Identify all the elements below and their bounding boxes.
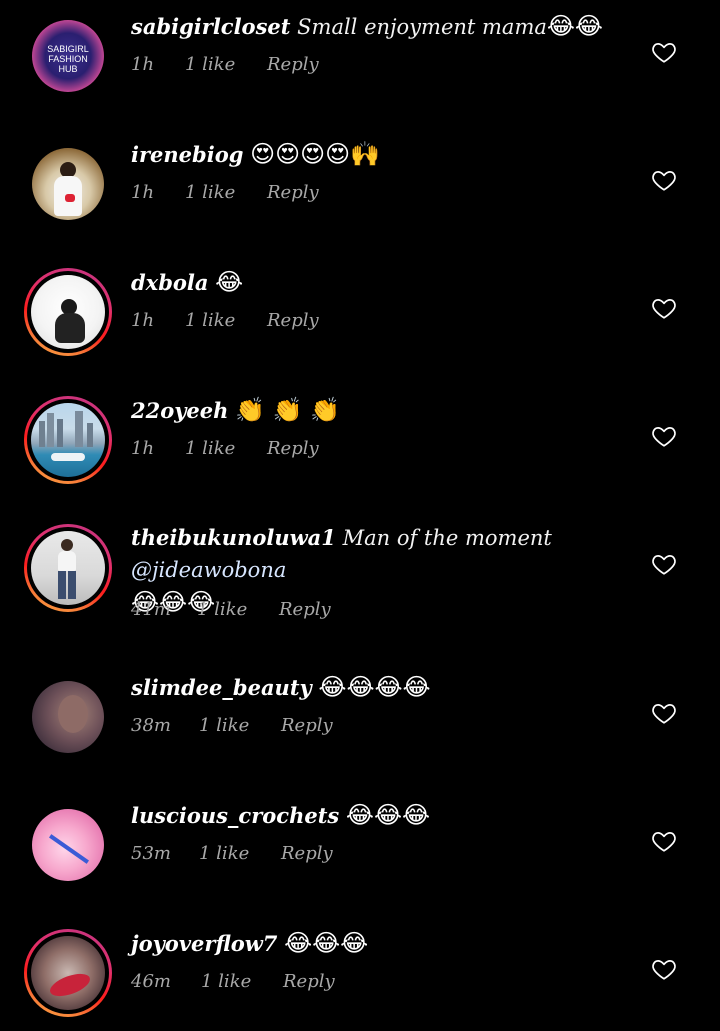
- avatar-image: [32, 681, 104, 753]
- comment-text: 22oyeeh 👏 👏 👏: [131, 394, 620, 427]
- avatar-logo-text: SABIGIRL FASHION HUB: [47, 44, 89, 74]
- comment-username[interactable]: 22oyeeh: [131, 398, 228, 423]
- comment-likes[interactable]: 1 like: [197, 599, 279, 620]
- comment-username[interactable]: luscious_crochets: [131, 803, 339, 828]
- avatar-image: [31, 275, 105, 349]
- avatar[interactable]: SABIGIRL FASHION HUB: [24, 12, 112, 100]
- avatar-story-ring[interactable]: [24, 268, 112, 356]
- reply-button[interactable]: Reply: [267, 438, 319, 459]
- comment-username[interactable]: joyoverflow7: [131, 931, 277, 956]
- avatar-image: SABIGIRL FASHION HUB: [32, 20, 104, 92]
- comment-emojis: 😂😂😂: [284, 929, 369, 957]
- reply-button[interactable]: Reply: [279, 599, 331, 620]
- comment-text: slimdee_beauty 😂😂😂😂: [131, 671, 620, 704]
- mention-link[interactable]: @jideawobona: [131, 558, 286, 582]
- avatar-story-ring[interactable]: [24, 929, 112, 1017]
- comment-meta: 46m 1 like Reply: [131, 971, 335, 992]
- comment-time: 41m: [131, 599, 171, 620]
- comment-emojis: 😂😂😂: [345, 801, 431, 829]
- comment-time: 1h: [131, 182, 155, 203]
- comment-likes[interactable]: 1 like: [185, 310, 267, 331]
- comment-username[interactable]: theibukunoluwa1: [131, 525, 336, 550]
- comment-meta: 1h 1 like Reply: [131, 54, 319, 75]
- comment-emojis: 👏 👏 👏: [235, 396, 341, 424]
- comment-text: sabigirlcloset Small enjoyment mama😂😂: [131, 10, 620, 43]
- comment-meta: 38m 1 like Reply: [131, 715, 333, 736]
- reply-button[interactable]: Reply: [267, 54, 319, 75]
- avatar-image: [31, 936, 105, 1010]
- comment-time: 53m: [131, 843, 171, 864]
- reply-button[interactable]: Reply: [281, 715, 333, 736]
- heart-icon[interactable]: [651, 828, 677, 854]
- comment-text: irenebiog 😍😍😍😍🙌: [131, 138, 620, 171]
- comment-likes[interactable]: 1 like: [185, 438, 267, 459]
- comment-time: 1h: [131, 310, 155, 331]
- heart-icon[interactable]: [651, 700, 677, 726]
- comment-text: joyoverflow7 😂😂😂: [131, 927, 620, 960]
- comment-likes[interactable]: 1 like: [185, 54, 267, 75]
- heart-icon[interactable]: [651, 295, 677, 321]
- comment-username[interactable]: sabigirlcloset: [131, 14, 290, 39]
- heart-icon[interactable]: [651, 167, 677, 193]
- comment-time: 38m: [131, 715, 171, 736]
- avatar-story-ring[interactable]: [24, 524, 112, 612]
- comment-emojis: 😂: [215, 268, 244, 296]
- reply-button[interactable]: Reply: [281, 843, 333, 864]
- comment-username[interactable]: irenebiog: [131, 142, 243, 167]
- comment-text: luscious_crochets 😂😂😂: [131, 799, 620, 832]
- comment-time: 1h: [131, 54, 155, 75]
- avatar[interactable]: [24, 801, 112, 889]
- comment-time: 1h: [131, 438, 155, 459]
- comment-likes[interactable]: 1 like: [199, 843, 281, 864]
- comment-meta: 1h 1 like Reply: [131, 438, 319, 459]
- comment-emojis: 😂😂😂😂: [318, 673, 431, 701]
- avatar-image: [32, 148, 104, 220]
- comment-text: dxbola 😂: [131, 266, 620, 299]
- comment-emojis: 😂😂: [546, 12, 603, 40]
- comment-message: Small enjoyment mama: [297, 15, 547, 39]
- comment-meta: 53m 1 like Reply: [131, 843, 333, 864]
- avatar-story-ring[interactable]: [24, 396, 112, 484]
- heart-icon[interactable]: [651, 956, 677, 982]
- reply-button[interactable]: Reply: [267, 310, 319, 331]
- comment-emojis: 😍😍😍😍🙌: [250, 140, 381, 168]
- comment-meta: 41m 1 like Reply: [131, 599, 331, 620]
- comment-likes[interactable]: 1 like: [199, 715, 281, 736]
- comment-username[interactable]: slimdee_beauty: [131, 675, 312, 700]
- avatar-image: [31, 531, 105, 605]
- avatar-image: [32, 809, 104, 881]
- comment-message: Man of the moment: [342, 526, 552, 550]
- comment-username[interactable]: dxbola: [131, 270, 208, 295]
- comment-likes[interactable]: 1 like: [201, 971, 283, 992]
- reply-button[interactable]: Reply: [283, 971, 335, 992]
- heart-icon[interactable]: [651, 551, 677, 577]
- heart-icon[interactable]: [651, 423, 677, 449]
- avatar[interactable]: [24, 673, 112, 761]
- comment-time: 46m: [131, 971, 171, 992]
- comment-likes[interactable]: 1 like: [185, 182, 267, 203]
- comment-meta: 1h 1 like Reply: [131, 182, 319, 203]
- avatar[interactable]: [24, 140, 112, 228]
- comment-meta: 1h 1 like Reply: [131, 310, 319, 331]
- reply-button[interactable]: Reply: [267, 182, 319, 203]
- avatar-image: [31, 403, 105, 477]
- heart-icon[interactable]: [651, 39, 677, 65]
